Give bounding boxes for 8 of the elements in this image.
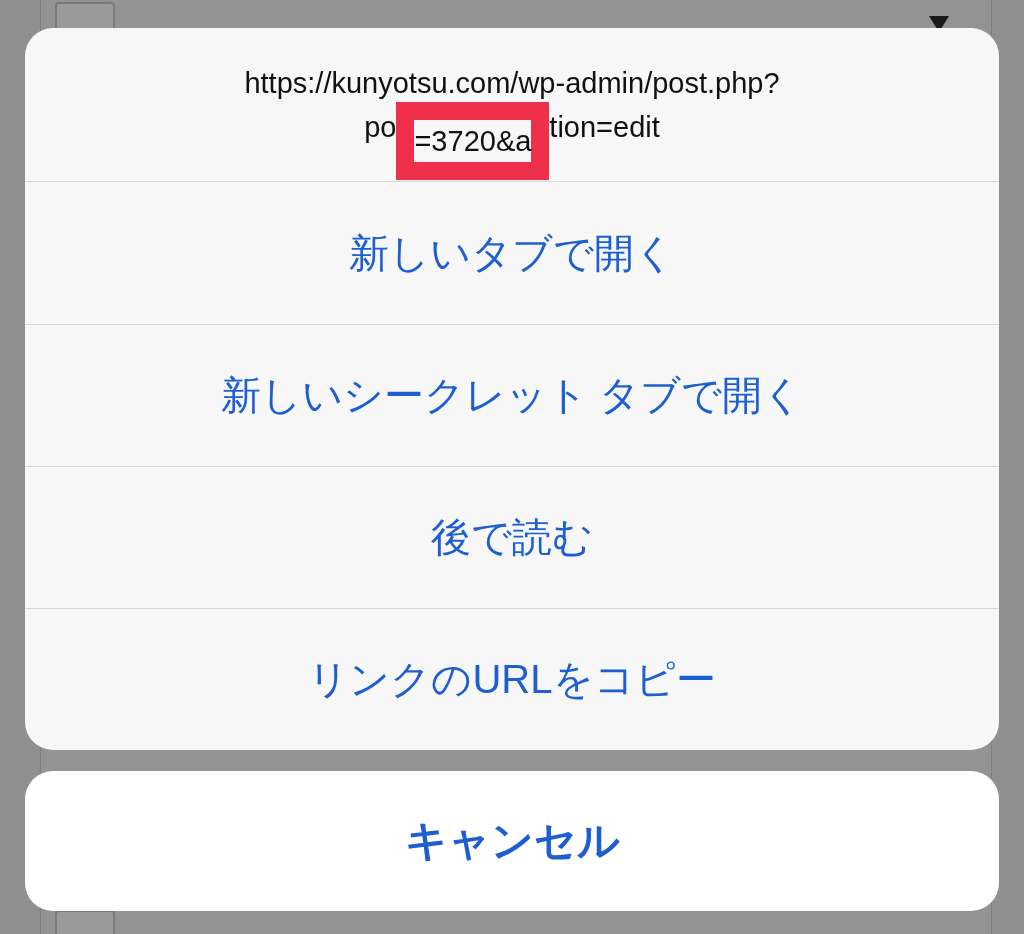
url-text: https://kunyotsu.com/wp-admin/post.php? (244, 65, 780, 101)
menu-action[interactable]: リンクのURLをコピー (25, 608, 999, 750)
cancel-button[interactable]: キャンセル (25, 771, 999, 911)
menu-action[interactable]: 新しいタブで開く (25, 182, 999, 324)
url-text: tion=edit (549, 109, 660, 145)
menu-action[interactable]: 新しいシークレット タブで開く (25, 324, 999, 466)
menu-action[interactable]: 後で読む (25, 466, 999, 608)
url-text: po (364, 109, 397, 145)
